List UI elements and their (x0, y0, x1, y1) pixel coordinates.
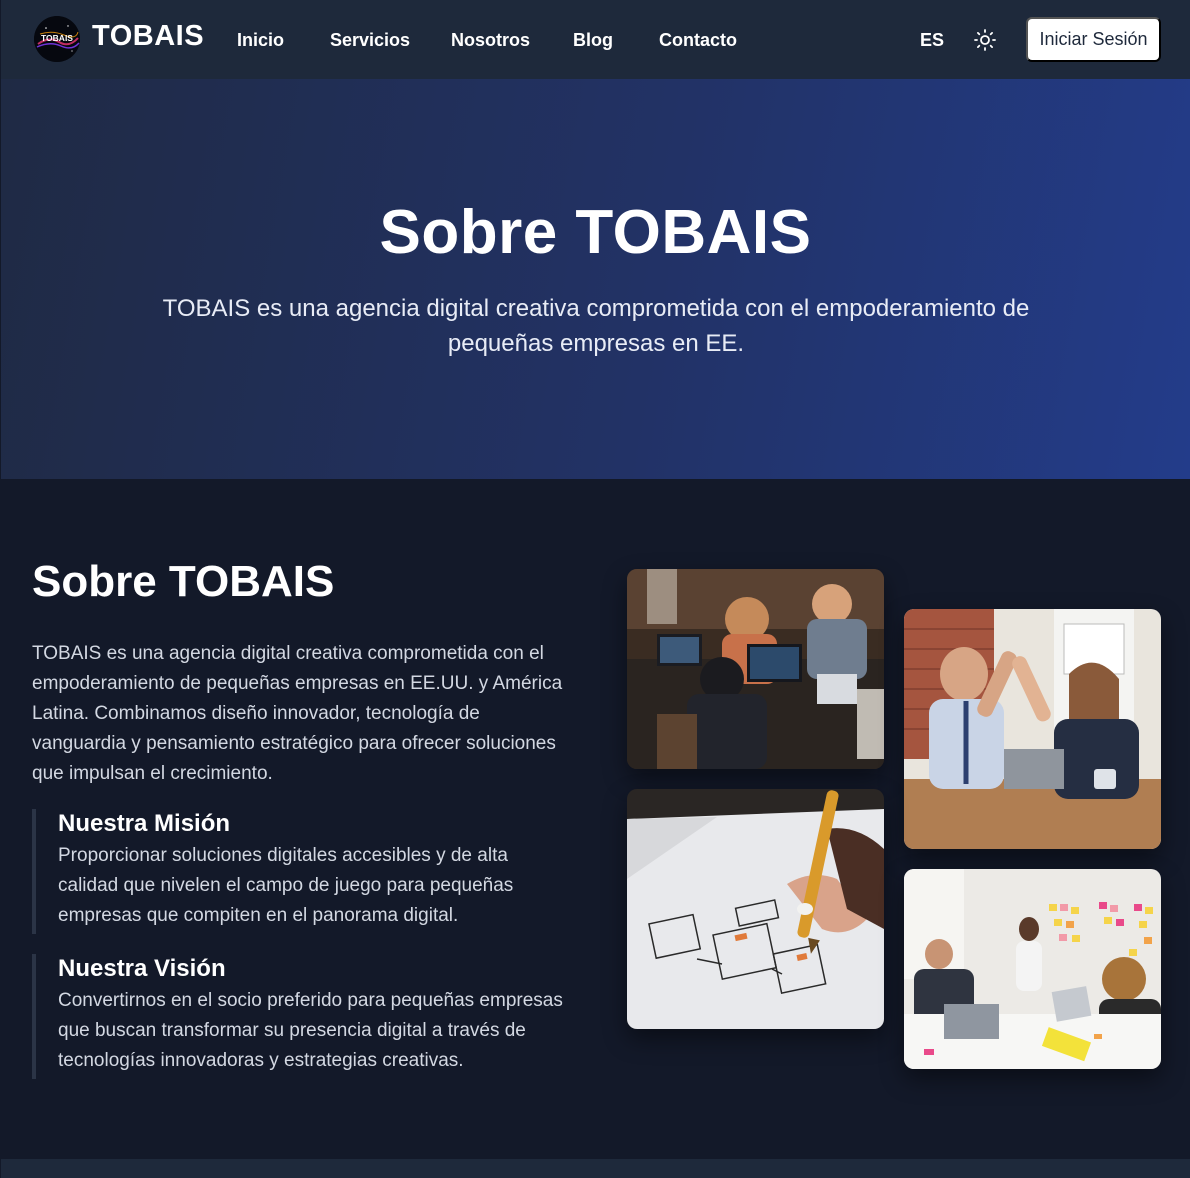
vision-text: Convertirnos en el socio preferido para … (58, 990, 563, 1071)
high-five-photo (904, 609, 1161, 849)
nav-link-contacto[interactable]: Contacto (659, 30, 737, 51)
theme-toggle-button[interactable] (973, 28, 997, 52)
hero-description: TOBAIS es una agencia digital creativa c… (162, 295, 1030, 357)
footer-strip (1, 1159, 1190, 1178)
about-section: Sobre TOBAIS TOBAIS es una agencia digit… (1, 479, 1190, 1159)
hero-section: Sobre TOBAIS TOBAIS es una agencia digit… (1, 79, 1190, 479)
vision-title: Nuestra Visión (58, 955, 226, 982)
wireframe-sketch-photo (627, 789, 884, 1029)
login-button[interactable]: Iniciar Sesión (1026, 17, 1161, 62)
svg-text:TOBAIS: TOBAIS (41, 33, 73, 43)
mission-block: Nuestra Misión Proporcionar soluciones d… (32, 809, 572, 934)
mission-title: Nuestra Misión (58, 810, 231, 837)
about-description: TOBAIS es una agencia digital creativa c… (32, 643, 563, 784)
nav-link-blog[interactable]: Blog (573, 30, 613, 51)
nav-link-inicio[interactable]: Inicio (237, 30, 284, 51)
team-meeting-photo (904, 869, 1161, 1069)
nav-link-servicios[interactable]: Servicios (330, 30, 410, 51)
about-title: Sobre TOBAIS (32, 557, 335, 606)
logo[interactable]: TOBAIS (34, 16, 80, 62)
hero-title: Sobre TOBAIS (379, 198, 812, 267)
page: TOBAIS TOBAIS Inicio Servicios Nosotros … (1, 0, 1190, 1178)
team-laptops-photo (627, 569, 884, 769)
navbar: TOBAIS TOBAIS Inicio Servicios Nosotros … (1, 0, 1190, 79)
mission-text: Proporcionar soluciones digitales accesi… (58, 845, 514, 926)
nav-link-nosotros[interactable]: Nosotros (451, 30, 530, 51)
vision-block: Nuestra Visión Convertirnos en el socio … (32, 954, 572, 1079)
brand-name[interactable]: TOBAIS (92, 20, 204, 53)
language-selector[interactable]: ES (920, 30, 944, 51)
sun-icon (974, 29, 996, 51)
